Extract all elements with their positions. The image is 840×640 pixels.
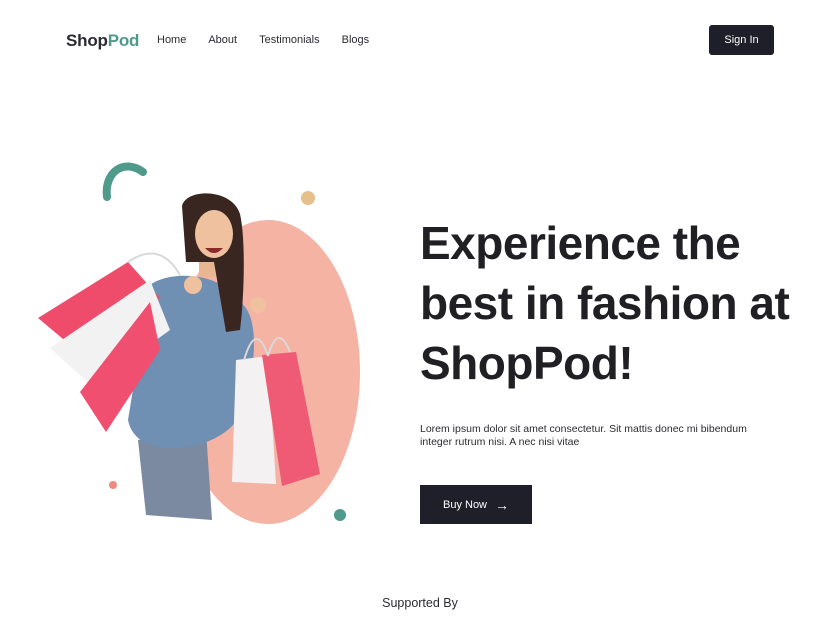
teal-arc-shape [102, 162, 147, 201]
headline-line-3: ShopPod! [420, 337, 634, 389]
supported-by-heading: Supported By [382, 596, 458, 610]
headline-line-1: Experience the [420, 217, 741, 269]
hero-image [38, 162, 360, 524]
headline-line-2: best in fashion at [420, 277, 790, 329]
hero-headline: Experience the best in fashion at ShopPo… [420, 213, 800, 393]
coral-dot-shape [109, 481, 117, 489]
hero-illustration [0, 0, 420, 560]
sign-in-button[interactable]: Sign In [709, 25, 774, 55]
buy-now-label: Buy Now [442, 498, 488, 511]
buy-now-button[interactable]: Buy Now → [420, 485, 532, 524]
sand-dot-shape [301, 191, 315, 205]
teal-dot-shape [334, 509, 346, 521]
hero-description: Lorem ipsum dolor sit amet consectetur. … [420, 423, 747, 448]
arrow-right-icon: → [495, 496, 510, 513]
